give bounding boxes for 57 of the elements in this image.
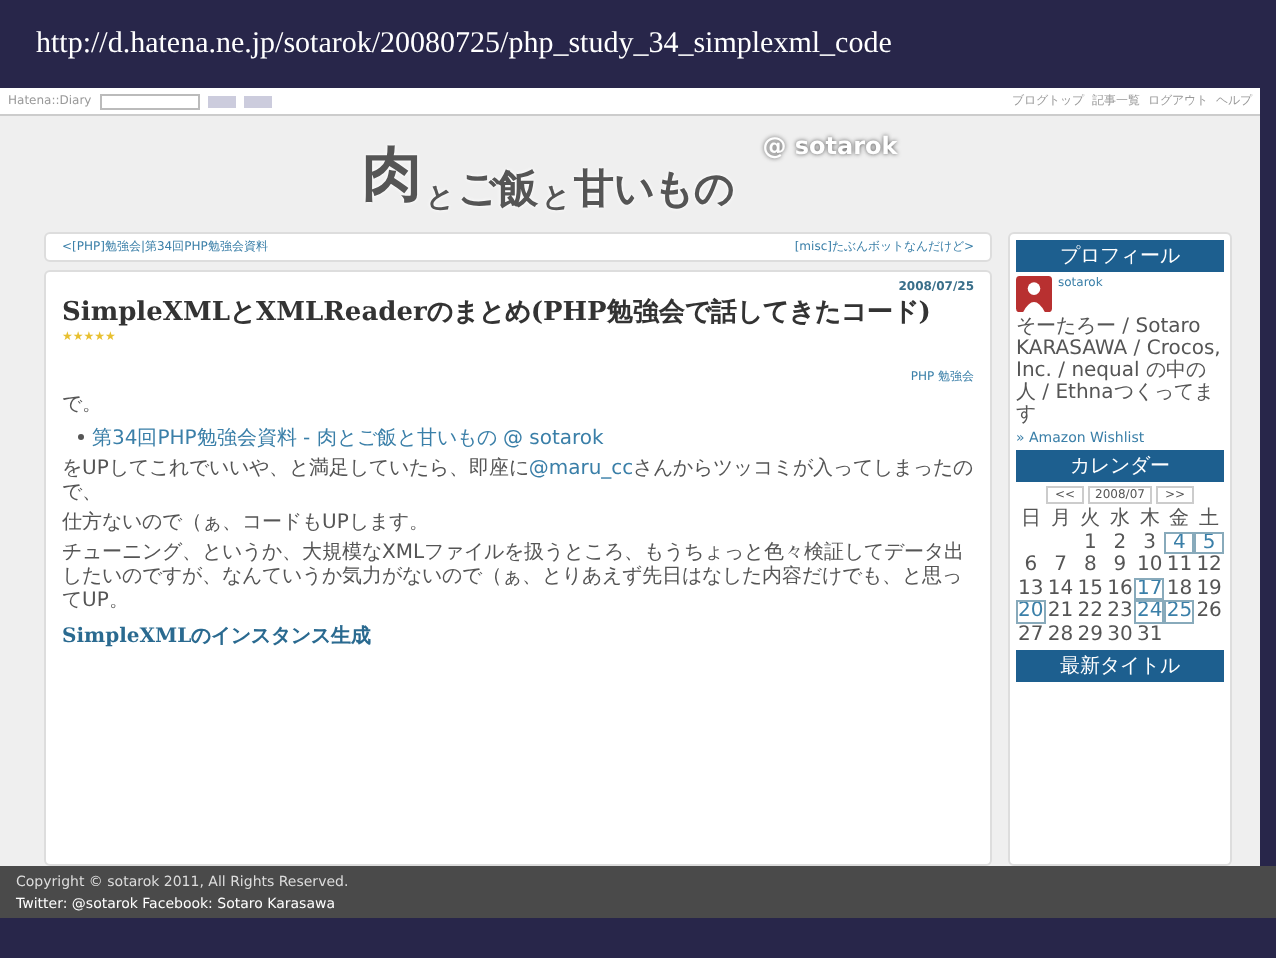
calendar-day: 14 — [1045, 577, 1076, 600]
profile-bio: そーたろー / Sotaro KARASAWA / Crocos, Inc. / nequal の中の人 / Ethnaつくってます — [1016, 316, 1223, 426]
calendar-heading: カレンダー — [1016, 450, 1224, 482]
bullet-icon — [78, 434, 84, 441]
paragraph: をUPしてこれでいいや、と満足していたら、即座に@maru_ccさんからツッコミが入ってしまったので、 — [62, 457, 974, 506]
search-field[interactable] — [99, 93, 200, 109]
weekday-label: 日 — [1018, 508, 1043, 531]
calendar-day: 21 — [1045, 600, 1076, 623]
search-button[interactable] — [243, 95, 272, 107]
calendar-day: 27 — [1016, 623, 1046, 646]
weekday-label: 土 — [1197, 508, 1222, 531]
search-button[interactable] — [207, 95, 236, 107]
weekday-label: 火 — [1078, 508, 1103, 531]
calendar-day: 28 — [1045, 623, 1076, 646]
article-link[interactable]: 第34回PHP勉強会資料 - 肉とご飯と甘いもの @ sotarok — [92, 423, 604, 452]
calendar-day-link[interactable]: 25 — [1164, 600, 1195, 623]
calendar-day: 7 — [1045, 554, 1076, 577]
weekday-label: 木 — [1137, 508, 1162, 531]
paragraph: 仕方ないので（ぁ、コードもUPします。 — [62, 511, 431, 536]
calendar-day: 1 — [1075, 531, 1106, 554]
calendar-day: 8 — [1075, 554, 1106, 577]
calendar-day: 13 — [1016, 577, 1046, 600]
calendar-day: 6 — [1016, 554, 1046, 577]
calendar-day: 10 — [1134, 554, 1165, 577]
calendar-day-link[interactable]: 24 — [1134, 600, 1165, 623]
post-title: SimpleXMLとXMLReaderのまとめ(PHP勉強会で話してきたコード) — [62, 298, 931, 331]
calendar-day: 26 — [1194, 600, 1224, 623]
recent-titles-heading: 最新タイトル — [1016, 650, 1224, 682]
paragraph: で。 — [62, 393, 104, 418]
calendar-day: 30 — [1105, 623, 1135, 646]
calendar-day-link[interactable]: 20 — [1016, 600, 1046, 623]
weekday-label: 月 — [1048, 508, 1073, 531]
section-heading: SimpleXMLのインスタンス生成 — [62, 623, 374, 650]
calendar-day: 12 — [1194, 554, 1224, 577]
logo-handle: @ sotarok — [762, 132, 898, 160]
profile-heading: プロフィール — [1016, 240, 1224, 272]
calendar-day: 3 — [1134, 531, 1165, 554]
calendar-day-link[interactable]: 4 — [1164, 531, 1195, 554]
avatar-icon — [1016, 276, 1052, 312]
slide-title: http://d.hatena.ne.jp/sotarok/20080725/php_study_34_simplexml_code — [36, 27, 892, 61]
calendar-day-link[interactable]: 5 — [1194, 531, 1224, 554]
paragraph: チューニング、というか、大規模なXMLファイルを扱うところ、もうちょっと色々検証してデータ出したいのですが、なんていうか気力がないので（ぁ、とりあえず先日はなした内容だけでも、と思ってUP。 — [62, 541, 967, 614]
calendar-day: 19 — [1194, 577, 1224, 600]
calendar-day: 29 — [1075, 623, 1106, 646]
mention-link[interactable]: @maru_cc — [528, 457, 634, 480]
calendar-day: 2 — [1105, 531, 1135, 554]
calendar-day: 16 — [1105, 577, 1135, 600]
calendar-day: 23 — [1105, 600, 1135, 623]
calendar-day: 15 — [1075, 577, 1106, 600]
calendar-day: 11 — [1164, 554, 1195, 577]
weekday-label: 水 — [1107, 508, 1132, 531]
calendar-day: 22 — [1075, 600, 1106, 623]
calendar-day: 18 — [1164, 577, 1195, 600]
calendar-day: 31 — [1134, 623, 1165, 646]
calendar-day-link[interactable]: 17 — [1134, 577, 1165, 600]
weekday-label: 金 — [1167, 508, 1192, 531]
calendar-day: 9 — [1105, 554, 1135, 577]
